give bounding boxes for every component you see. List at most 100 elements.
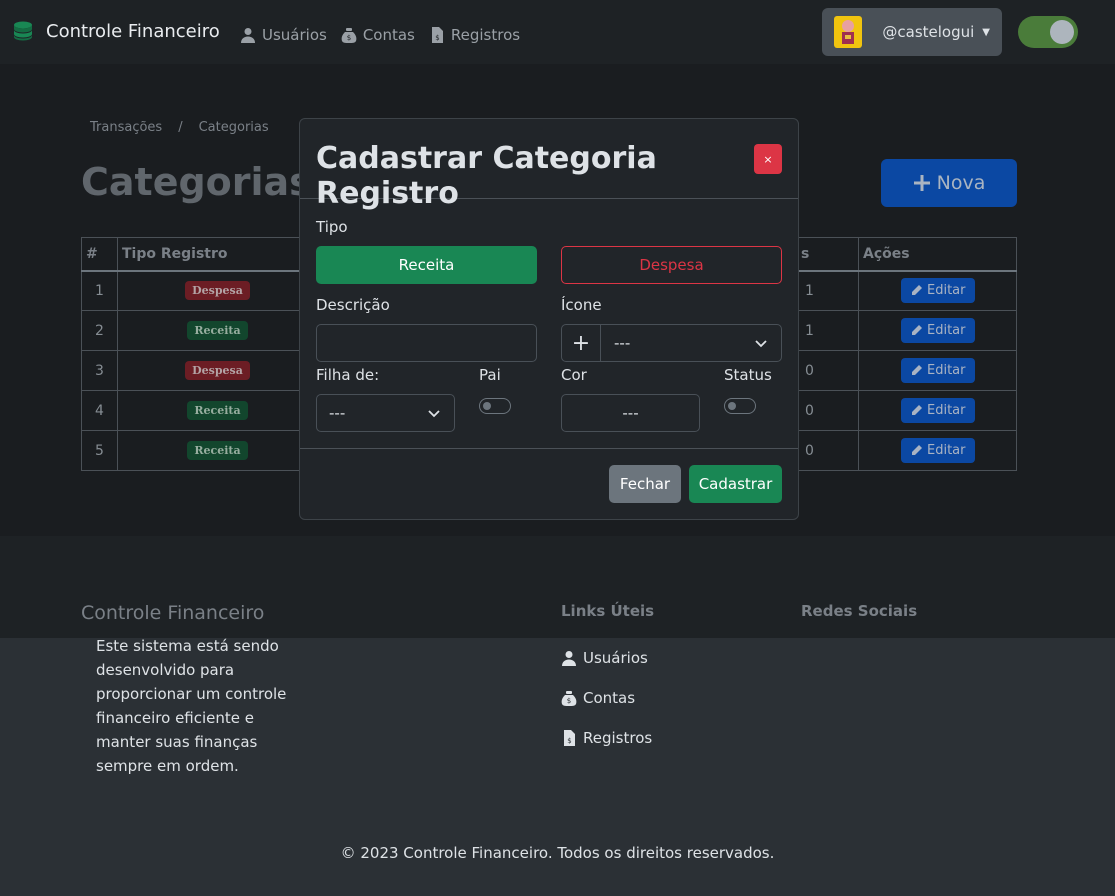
username: @castelogui [882, 23, 975, 41]
col-acoes: Ações [858, 237, 1017, 272]
footer-description: Este sistema está sendo desenvolvido par… [96, 637, 287, 775]
breadcrumb-transacoes[interactable]: Transações [90, 120, 162, 135]
edit-button[interactable]: Editar [901, 278, 975, 304]
edit-button[interactable]: Editar [901, 358, 975, 383]
navbar: Controle Financeiro Usuários $ Contas $ … [0, 0, 1115, 64]
pencil-icon [912, 325, 922, 335]
pai-label: Pai [479, 366, 501, 384]
tipo-label: Tipo [316, 218, 348, 236]
pencil-icon [912, 405, 922, 415]
svg-text:$: $ [435, 34, 439, 42]
row-acoes: Editar [858, 270, 1017, 311]
footer: Controle Financeiro Este sistema está se… [0, 536, 1115, 896]
fechar-button[interactable]: Fechar [609, 465, 681, 503]
footer-link-contas[interactable]: $ Contas [561, 678, 652, 718]
new-category-button[interactable]: Nova [881, 159, 1017, 207]
pencil-icon [912, 365, 922, 375]
modal-footer: Fechar Cadastrar [300, 449, 798, 519]
theme-toggle[interactable] [1018, 16, 1078, 48]
row-qtd: 0 [796, 350, 859, 391]
plus-icon [913, 175, 930, 191]
svg-text:$: $ [347, 34, 351, 42]
edit-button[interactable]: Editar [901, 318, 975, 343]
row-tipo: Receita [117, 310, 318, 351]
edit-button[interactable]: Editar [901, 438, 975, 463]
row-acoes: Editar [858, 310, 1017, 351]
row-tipo: Despesa [117, 270, 318, 311]
brand-name: Controle Financeiro [46, 20, 220, 42]
user-dropdown[interactable]: @castelogui ▼ [822, 8, 1002, 56]
edit-button-label: Editar [927, 323, 966, 338]
row-num: 1 [81, 270, 118, 311]
breadcrumb-separator: / [178, 120, 183, 135]
avatar-image [842, 20, 855, 44]
row-acoes: Editar [858, 350, 1017, 391]
money-bag-icon: $ [341, 28, 357, 43]
descricao-label: Descrição [316, 296, 390, 314]
edit-button[interactable]: Editar [901, 398, 975, 423]
pencil-icon [912, 285, 922, 296]
cor-input[interactable]: --- [561, 394, 700, 432]
tipo-badge: Receita [187, 401, 248, 420]
row-qtd: 0 [796, 430, 859, 471]
row-qtd: 1 [796, 310, 859, 351]
money-bag-icon: $ [561, 691, 577, 706]
tipo-badge: Despesa [185, 281, 250, 301]
status-label: Status [724, 366, 772, 384]
nav-links: Usuários $ Contas $ Registros [240, 26, 520, 44]
status-switch[interactable] [724, 398, 756, 414]
row-qtd: 1 [796, 270, 859, 311]
footer-social-heading: Redes Sociais [801, 602, 918, 620]
row-num: 3 [81, 350, 118, 391]
footer-links: Usuários $ Contas $ Registros [561, 638, 652, 758]
invoice-icon: $ [431, 27, 443, 43]
row-num: 2 [81, 310, 118, 351]
footer-link-label: Usuários [583, 649, 648, 667]
nav-link-usuarios[interactable]: Usuários [240, 26, 327, 44]
invoice-icon: $ [564, 730, 575, 746]
row-acoes: Editar [858, 430, 1017, 471]
edit-button-label: Editar [927, 443, 966, 458]
caret-down-icon: ▼ [982, 26, 990, 38]
nav-link-label: Usuários [262, 26, 327, 44]
nav-link-registros[interactable]: $ Registros [429, 26, 520, 44]
tipo-badge: Receita [187, 441, 248, 460]
filha-label: Filha de: [316, 366, 380, 384]
brand-link[interactable]: Controle Financeiro [12, 20, 220, 42]
nav-link-contas[interactable]: $ Contas [341, 26, 415, 44]
copyright: © 2023 Controle Financeiro. Todos os dir… [340, 844, 775, 862]
filha-select[interactable]: --- [316, 394, 455, 432]
despesa-button[interactable]: Despesa [561, 246, 782, 284]
icone-select-group: + --- [561, 324, 782, 362]
descricao-input[interactable] [316, 324, 537, 362]
modal-header: Cadastrar Categoria Registro × [300, 119, 798, 211]
modal-close-button[interactable]: × [754, 144, 782, 174]
edit-button-label: Editar [927, 363, 966, 378]
footer-title: Controle Financeiro [81, 602, 265, 624]
new-button-label: Nova [936, 172, 986, 194]
footer-link-registros[interactable]: $ Registros [561, 718, 652, 758]
icone-add-button[interactable]: + [562, 325, 601, 361]
receita-button[interactable]: Receita [316, 246, 537, 284]
cadastrar-button[interactable]: Cadastrar [689, 465, 782, 503]
row-tipo: Receita [117, 390, 318, 431]
breadcrumb-categorias: Categorias [198, 120, 269, 135]
row-num: 4 [81, 390, 118, 431]
row-acoes: Editar [858, 390, 1017, 431]
tipo-badge: Receita [187, 321, 248, 340]
icone-select[interactable]: --- [614, 334, 630, 352]
chevron-down-icon [428, 410, 440, 418]
icone-label: Ícone [561, 296, 602, 314]
footer-link-label: Contas [583, 689, 636, 707]
avatar [834, 16, 863, 48]
footer-link-usuarios[interactable]: Usuários [561, 638, 652, 678]
footer-links-heading: Links Úteis [561, 602, 655, 620]
pai-switch[interactable] [479, 398, 511, 414]
user-icon [562, 651, 576, 666]
edit-button-label: Editar [927, 283, 966, 299]
chevron-down-icon [755, 340, 767, 348]
row-qtd: 0 [796, 390, 859, 431]
col-num: # [81, 237, 118, 272]
filha-select-value: --- [329, 404, 346, 422]
row-num: 5 [81, 430, 118, 471]
